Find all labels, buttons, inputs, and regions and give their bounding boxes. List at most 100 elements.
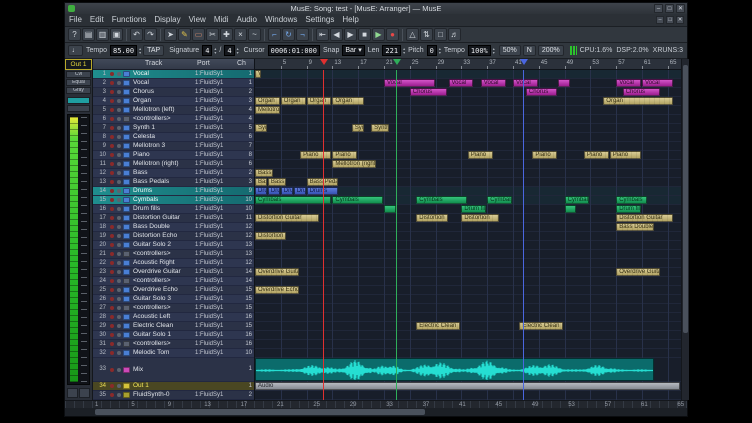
record-arm-indicator[interactable] xyxy=(110,384,114,388)
mute-tool-button[interactable]: × xyxy=(234,28,247,41)
track-row[interactable]: 5Mellotron (left)1:FluidSy14 xyxy=(93,106,254,115)
part-clip[interactable]: Piano xyxy=(610,151,641,159)
track-row[interactable]: 19Distortion Echo1:FluidSy112 xyxy=(93,232,254,241)
mute-indicator[interactable] xyxy=(117,153,121,157)
maximize-button[interactable]: □ xyxy=(665,4,674,13)
part-clip[interactable]: Vocal xyxy=(481,79,506,87)
mute-indicator[interactable] xyxy=(117,333,121,337)
menu-edit[interactable]: Edit xyxy=(86,14,108,26)
track-row[interactable]: 30Guitar Solo 11:FluidSy116 xyxy=(93,331,254,340)
record-arm-indicator[interactable] xyxy=(110,99,114,103)
record-arm-indicator[interactable] xyxy=(110,162,114,166)
track-row[interactable]: 32Melodic Tom1:FluidSy110 xyxy=(93,349,254,358)
record-arm-indicator[interactable] xyxy=(110,117,114,121)
track-row[interactable]: 8Celesta1:FluidSy16 xyxy=(93,133,254,142)
new-file-button[interactable]: ▤ xyxy=(82,28,95,41)
part-clip[interactable]: Drum xyxy=(255,187,267,195)
track-row[interactable]: 25Overdrive Echo1:FluidSy115 xyxy=(93,286,254,295)
part-clip[interactable]: Overdrive Echo xyxy=(255,286,299,294)
effect-rack-slot[interactable]: Gray xyxy=(66,87,91,94)
part-clip[interactable]: Cymbals xyxy=(565,196,590,204)
record-arm-indicator[interactable] xyxy=(110,108,114,112)
signature-num-spinner[interactable]: ▴▾ xyxy=(214,45,216,56)
vertical-scrollbar[interactable] xyxy=(681,59,689,400)
save-file-button[interactable]: ▣ xyxy=(110,28,123,41)
strip-track-name[interactable]: Out 1 xyxy=(65,59,92,70)
mute-indicator[interactable] xyxy=(117,126,121,130)
part-clip[interactable]: Organ xyxy=(603,97,673,105)
part-clip[interactable]: Vocal xyxy=(642,79,673,87)
part-clip[interactable]: Synth 1 xyxy=(371,124,389,132)
part-clip[interactable]: Drum xyxy=(281,187,293,195)
record-arm-indicator[interactable] xyxy=(110,72,114,76)
track-row[interactable]: 22Acoustic Right1:FluidSy112 xyxy=(93,259,254,268)
mute-indicator[interactable] xyxy=(117,99,121,103)
part-clip[interactable]: Distortion Echo xyxy=(255,232,286,240)
part-clip[interactable]: Chorus xyxy=(410,88,448,96)
mute-indicator[interactable] xyxy=(117,279,121,283)
horizontal-scrollbar-thumb[interactable] xyxy=(95,409,425,415)
part-clip[interactable]: Cymbals xyxy=(487,196,512,204)
track-row[interactable]: 26Guitar Solo 31:FluidSy115 xyxy=(93,295,254,304)
undo-button[interactable]: ↶ xyxy=(130,28,143,41)
part-clip[interactable]: Vo xyxy=(255,70,261,78)
mute-indicator[interactable] xyxy=(117,306,121,310)
titlebar[interactable]: MusE: Song: test - [MusE: Arranger] — Mu… xyxy=(65,3,687,14)
record-arm-indicator[interactable] xyxy=(110,288,114,292)
record-arm-indicator[interactable] xyxy=(110,171,114,175)
record-arm-indicator[interactable] xyxy=(110,135,114,139)
pitch-value[interactable]: 0 xyxy=(427,45,437,56)
punch-in-button[interactable]: ⌐ xyxy=(268,28,281,41)
part-clip[interactable] xyxy=(384,205,396,213)
record-arm-indicator[interactable] xyxy=(110,180,114,184)
mute-indicator[interactable] xyxy=(117,162,121,166)
mute-indicator[interactable] xyxy=(117,252,121,256)
mute-indicator[interactable] xyxy=(117,393,121,397)
mute-indicator[interactable] xyxy=(117,90,121,94)
track-row[interactable]: 20Guitar Solo 21:FluidSy113 xyxy=(93,241,254,250)
record-arm-indicator[interactable] xyxy=(110,393,114,397)
track-row[interactable]: 29Electric Clean1:FluidSy115 xyxy=(93,322,254,331)
menu-view[interactable]: View xyxy=(185,14,210,26)
part-clip[interactable]: Drum xyxy=(268,187,280,195)
track-row[interactable]: 10Piano1:FluidSy18 xyxy=(93,151,254,160)
mute-indicator[interactable] xyxy=(117,324,121,328)
track-row[interactable]: 21<controllers>1:FluidSy113 xyxy=(93,250,254,259)
tap-button[interactable]: TAP xyxy=(143,45,164,56)
mute-indicator[interactable] xyxy=(117,189,121,193)
part-clip[interactable]: Organ xyxy=(307,97,332,105)
part-clip[interactable]: Mellotron (left) xyxy=(255,106,280,114)
mute-indicator[interactable] xyxy=(117,135,121,139)
menu-settings[interactable]: Settings xyxy=(301,14,338,26)
big-time-button[interactable]: □ xyxy=(434,28,447,41)
part-clip[interactable]: Piano xyxy=(300,151,331,159)
record-arm-indicator[interactable] xyxy=(110,207,114,211)
menu-display[interactable]: Display xyxy=(150,14,184,26)
part-clip[interactable]: Bass Double xyxy=(616,223,654,231)
part-clip[interactable]: Distortion Guitar xyxy=(255,214,319,222)
part-clip[interactable]: Cymbals xyxy=(255,196,331,204)
part-clip[interactable]: Electric Clean xyxy=(519,322,563,330)
mute-indicator[interactable] xyxy=(117,368,121,372)
track-row[interactable]: 17Distortion Guitar1:FluidSy111 xyxy=(93,214,254,223)
tempo-scale-value[interactable]: 100% xyxy=(468,45,491,56)
vertical-scrollbar-thumb[interactable] xyxy=(683,65,688,333)
timeline-ruler[interactable]: 591317212529333741454953576165 xyxy=(255,59,681,70)
track-row[interactable]: 9Mellotron 31:FluidSy17 xyxy=(93,142,254,151)
track-row[interactable]: 28Acoustic Left1:FluidSy116 xyxy=(93,313,254,322)
mute-indicator[interactable] xyxy=(117,342,121,346)
record-arm-indicator[interactable] xyxy=(110,351,114,355)
record-arm-indicator[interactable] xyxy=(110,198,114,202)
part-clip[interactable] xyxy=(565,205,577,213)
strip-output-routing-button[interactable] xyxy=(67,105,90,112)
track-row[interactable]: 6<controllers>1:FluidSy14 xyxy=(93,115,254,124)
mute-indicator[interactable] xyxy=(117,144,121,148)
record-arm-indicator[interactable] xyxy=(110,315,114,319)
menu-midi[interactable]: Midi xyxy=(210,14,233,26)
stop-button[interactable]: ■ xyxy=(358,28,371,41)
track-row[interactable]: 16Drum fills1:FluidSy110 xyxy=(93,205,254,214)
tempo-scale-spinner[interactable]: ▴▾ xyxy=(493,45,495,56)
track-row[interactable]: 18Bass Double1:FluidSy112 xyxy=(93,223,254,232)
mute-indicator[interactable] xyxy=(117,108,121,112)
menu-functions[interactable]: Functions xyxy=(108,14,151,26)
